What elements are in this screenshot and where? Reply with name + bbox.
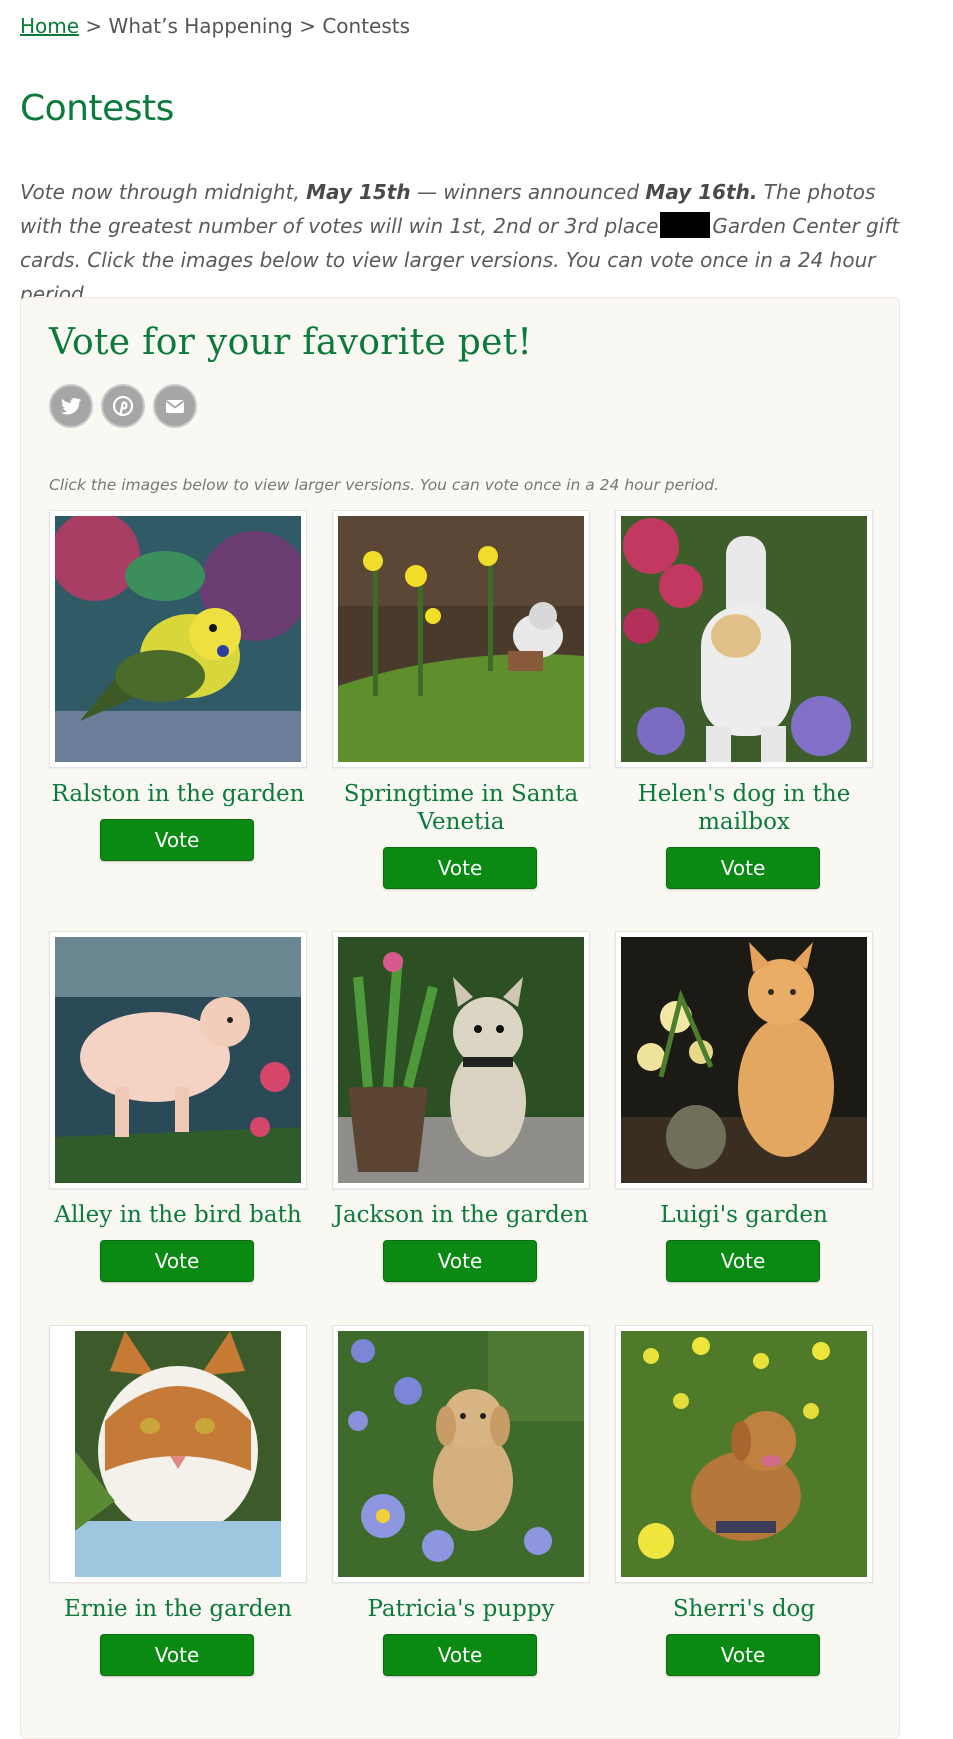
entry-photo[interactable] [338, 937, 584, 1183]
entry-photo[interactable] [55, 516, 301, 762]
page-title: Contests [20, 88, 174, 129]
entry-photo[interactable] [621, 516, 867, 762]
entry-photo[interactable] [55, 937, 301, 1183]
entry-caption: Ernie in the garden [64, 1596, 292, 1622]
breadcrumb: Home > What’s Happening > Contests [20, 14, 410, 38]
entry-photo[interactable] [621, 1331, 867, 1577]
entry-caption: Ralston in the garden [51, 781, 305, 807]
entry-caption: Jackson in the garden [333, 1202, 589, 1228]
intro-part-2: — winners announced [416, 180, 640, 204]
redacted-block [660, 212, 711, 238]
instructions-note: Click the images below to view larger ve… [49, 475, 720, 494]
vote-button[interactable]: Vote [383, 847, 537, 889]
vote-button[interactable]: Vote [100, 1240, 254, 1282]
breadcrumb-separator: > [85, 14, 103, 38]
intro-part-1: Vote now through midnight, [20, 180, 300, 204]
contest-title: Vote for your favorite pet! [49, 322, 533, 363]
twitter-icon[interactable] [49, 384, 93, 428]
vote-button[interactable]: Vote [100, 819, 254, 861]
announcement-date: May 16th. [645, 180, 758, 204]
breadcrumb-home-link[interactable]: Home [20, 14, 79, 38]
entry-photo[interactable] [621, 937, 867, 1183]
entry-caption: Alley in the bird bath [54, 1202, 302, 1228]
vote-button[interactable]: Vote [666, 1634, 820, 1676]
vote-button[interactable]: Vote [666, 847, 820, 889]
pinterest-icon[interactable] [101, 384, 145, 428]
vote-button[interactable]: Vote [666, 1240, 820, 1282]
entry-caption: Luigi's garden [660, 1202, 828, 1228]
entry-caption: Springtime in Santa Venetia [343, 781, 579, 835]
breadcrumb-section: What’s Happening [108, 14, 293, 38]
entry-caption: Helen's dog in the mailbox [637, 781, 851, 835]
entry-photo[interactable] [338, 516, 584, 762]
vote-button[interactable]: Vote [383, 1634, 537, 1676]
contest-panel: Vote for your favorite pet! Click the im… [20, 297, 900, 1739]
email-icon[interactable] [153, 384, 197, 428]
intro-text: Vote now through midnight, May 15th — wi… [20, 175, 900, 311]
vote-button[interactable]: Vote [100, 1634, 254, 1676]
entry-caption: Sherri's dog [672, 1596, 816, 1622]
vote-button[interactable]: Vote [383, 1240, 537, 1282]
share-buttons [49, 384, 197, 428]
breadcrumb-separator: > [299, 14, 316, 38]
deadline-date: May 15th [306, 180, 411, 204]
entry-photo[interactable] [55, 1331, 301, 1577]
entry-photo[interactable] [338, 1331, 584, 1577]
entry-caption: Patricia's puppy [367, 1596, 555, 1622]
breadcrumb-current: Contests [322, 14, 411, 38]
